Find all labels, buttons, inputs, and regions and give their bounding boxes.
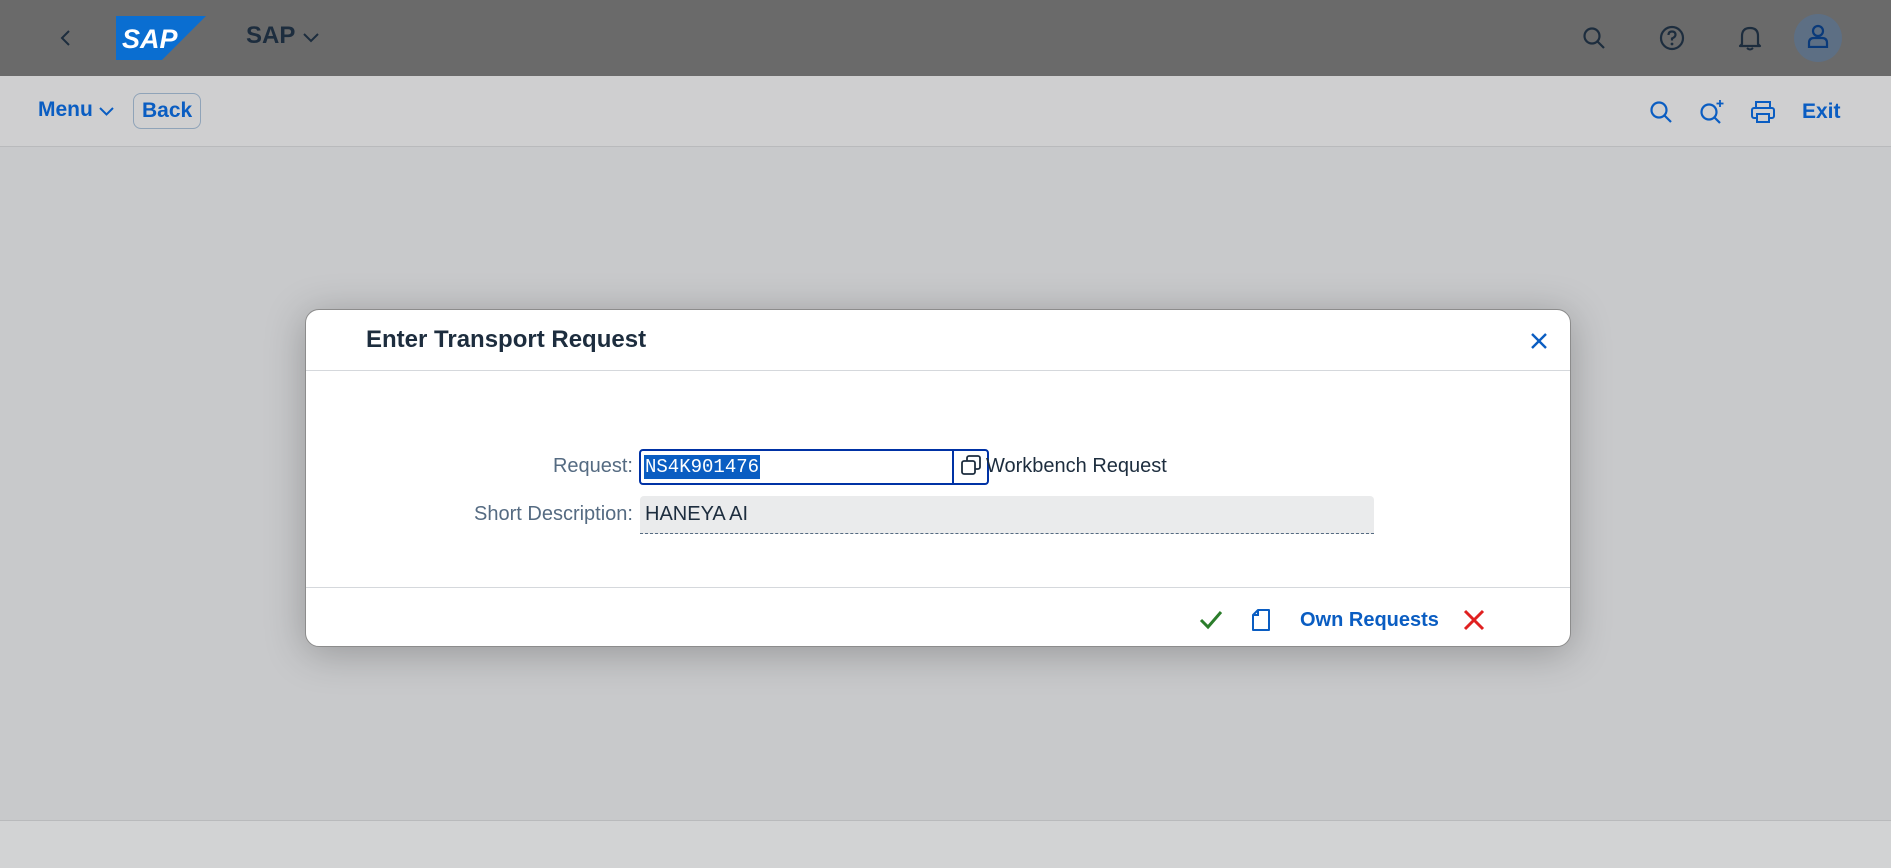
logo-text: SAP	[122, 24, 179, 54]
help-icon[interactable]	[1652, 18, 1692, 58]
shell-bar: SAP SAP	[0, 0, 1891, 76]
cancel-icon[interactable]	[1459, 605, 1489, 635]
back-button[interactable]: Back	[133, 93, 202, 129]
new-document-icon[interactable]	[1246, 605, 1276, 635]
request-input[interactable]: NS4K901476	[639, 449, 954, 485]
chevron-down-icon	[99, 98, 114, 122]
shell-title-menu[interactable]: SAP	[246, 22, 320, 50]
user-avatar[interactable]	[1794, 14, 1842, 62]
shell-title: SAP	[246, 22, 296, 49]
bell-icon[interactable]	[1730, 18, 1770, 58]
menu-button[interactable]: Menu	[38, 98, 114, 122]
back-icon[interactable]	[48, 20, 84, 56]
close-icon[interactable]	[1526, 328, 1552, 354]
dialog-title: Enter Transport Request	[366, 326, 647, 353]
request-value: NS4K901476	[644, 455, 761, 479]
user-icon	[1807, 24, 1829, 53]
find-icon[interactable]	[1643, 94, 1679, 130]
short-description-field: HANEYA AI	[640, 496, 1374, 534]
request-type: Workbench Request	[986, 455, 1167, 477]
dialog-header: Enter Transport Request	[306, 310, 1570, 371]
value-help-icon	[960, 454, 982, 481]
request-label: Request:	[552, 455, 633, 477]
short-description-label: Short Description:	[474, 503, 633, 525]
exit-button[interactable]: Exit	[1802, 100, 1841, 124]
value-help-button[interactable]	[952, 449, 989, 485]
transport-request-dialog: Enter Transport Request Request: NS4K901…	[305, 309, 1571, 647]
menu-label: Menu	[38, 98, 93, 121]
find-next-icon[interactable]	[1694, 94, 1730, 130]
dialog-footer-divider	[306, 587, 1570, 588]
print-icon[interactable]	[1745, 94, 1781, 130]
own-requests-button[interactable]: Own Requests	[1300, 609, 1439, 632]
chevron-down-icon	[303, 22, 320, 50]
sap-logo: SAP	[116, 16, 206, 60]
app-toolbar: Menu Back Exit	[0, 76, 1891, 147]
confirm-icon[interactable]	[1196, 605, 1226, 635]
status-footer-bar	[0, 820, 1891, 868]
search-icon[interactable]	[1574, 18, 1614, 58]
